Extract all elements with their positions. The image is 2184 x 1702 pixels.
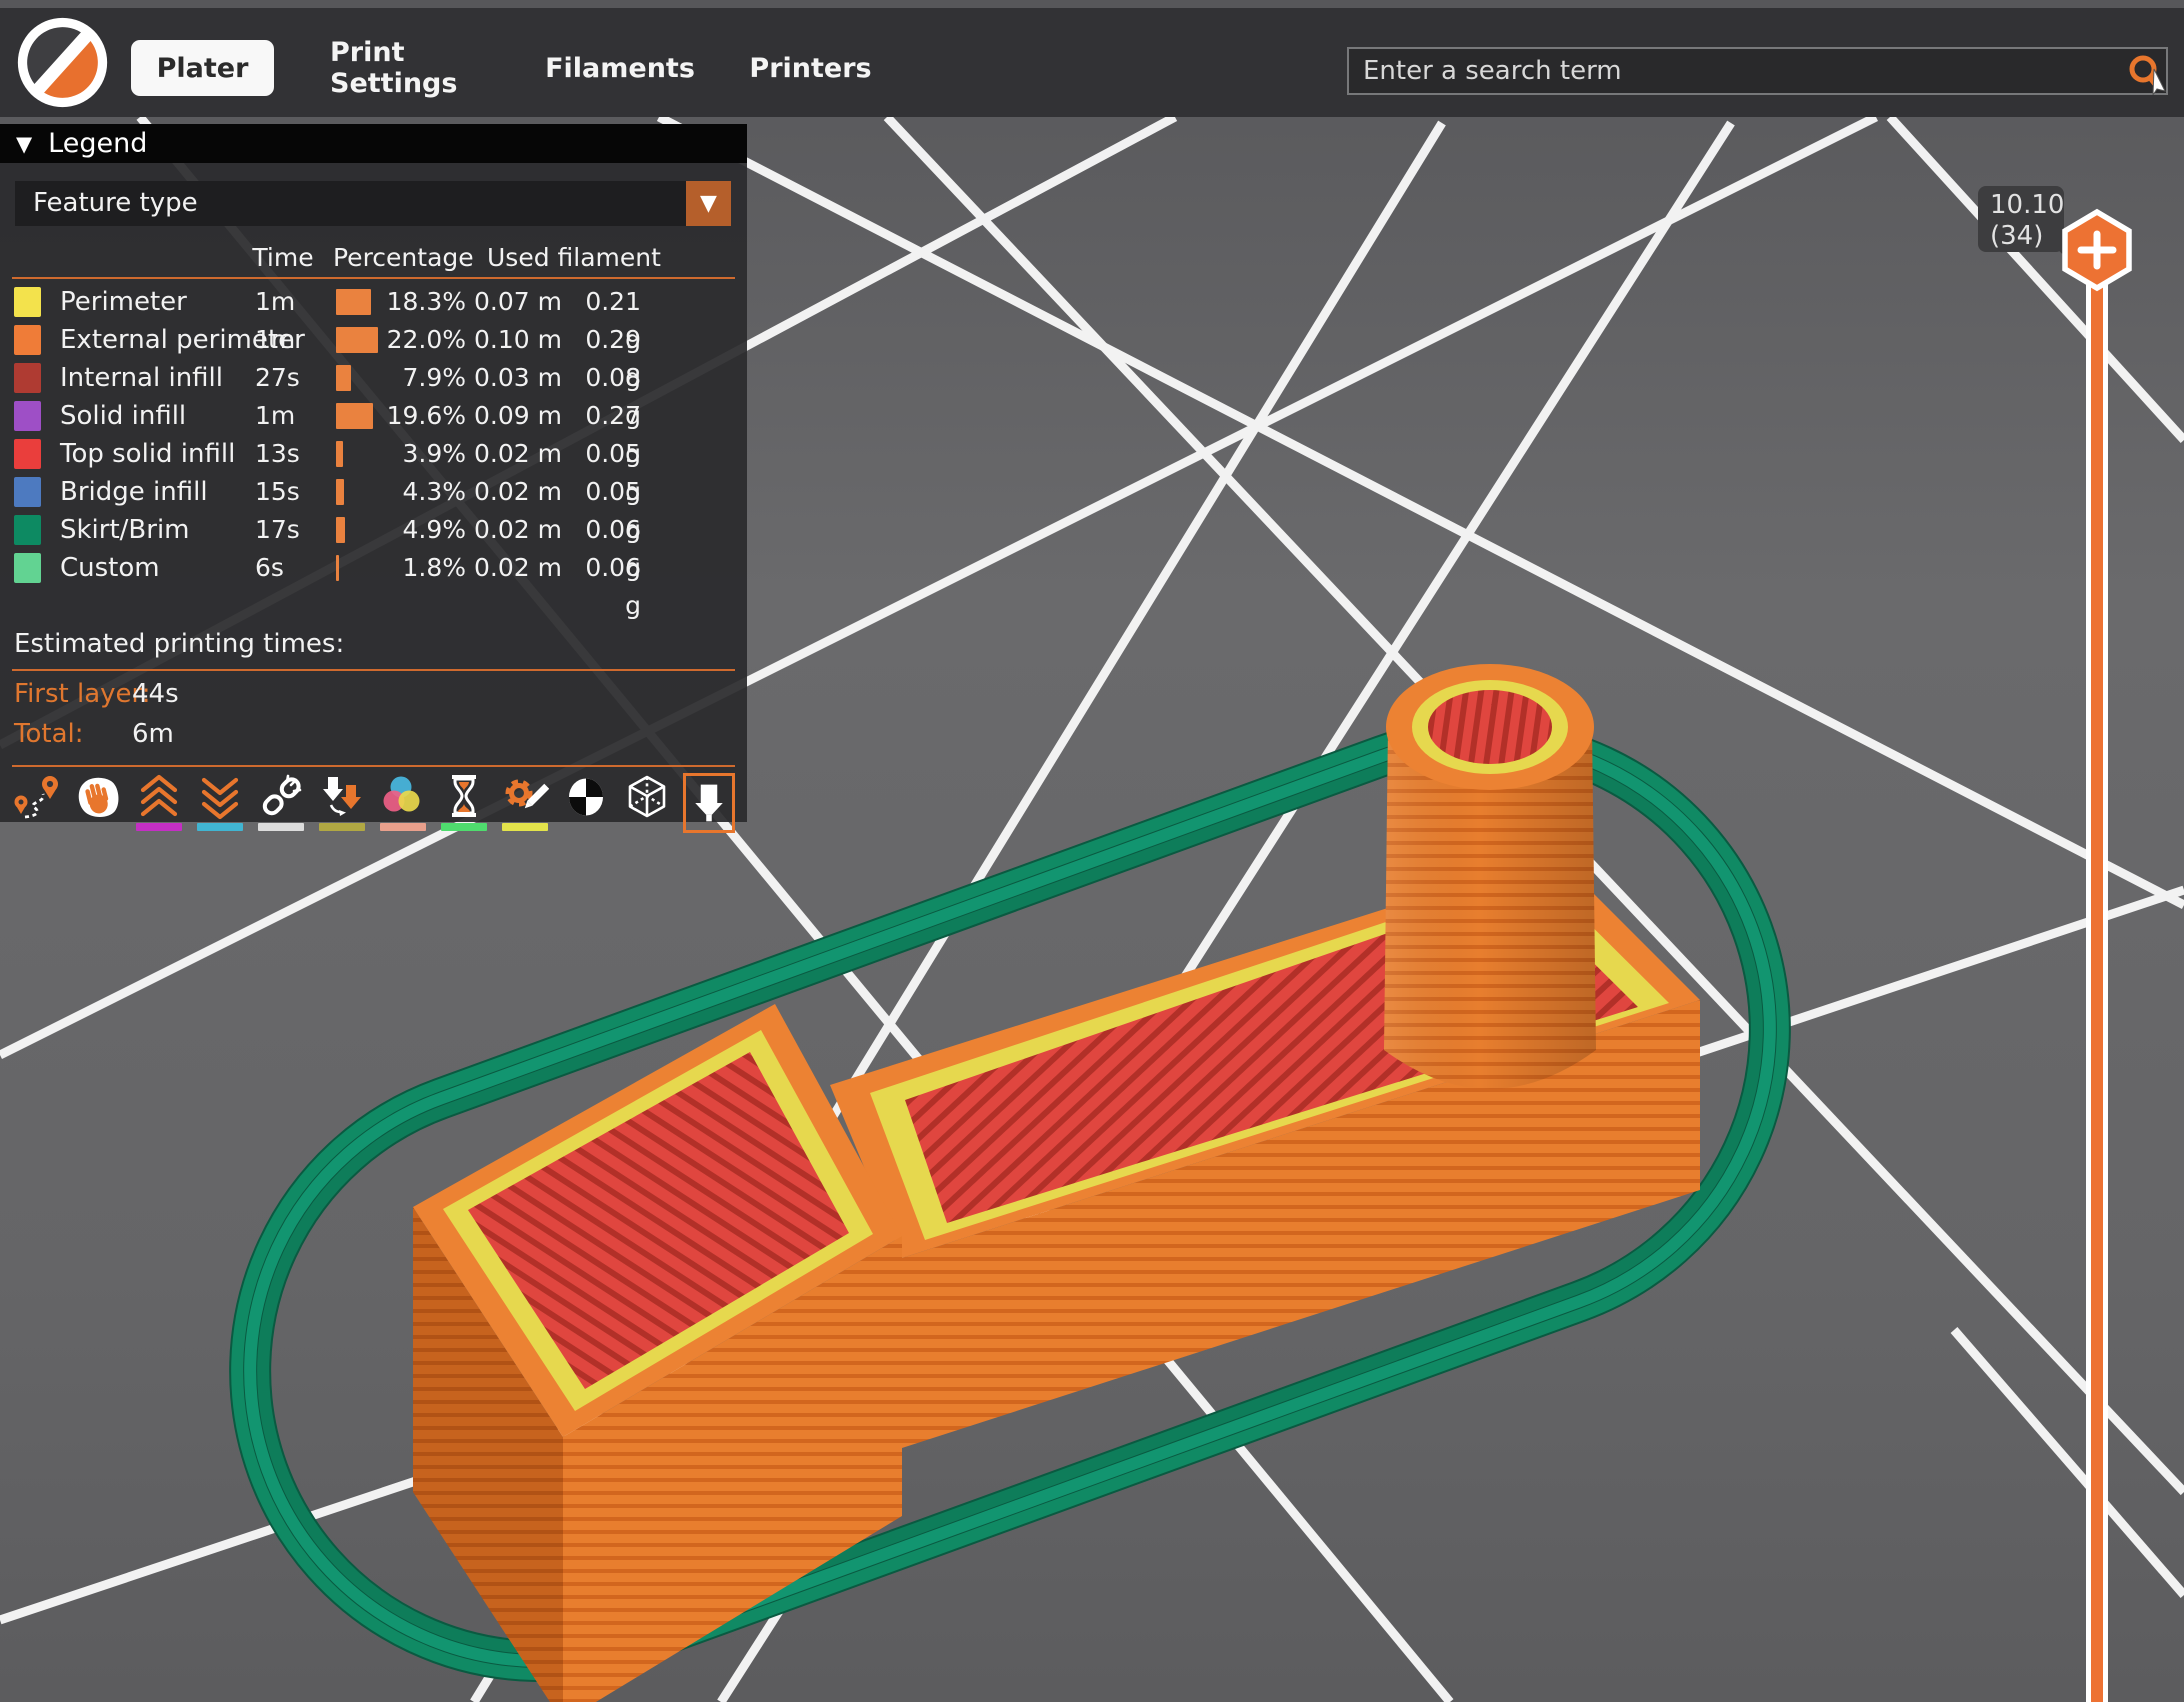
wipe-moves-icon[interactable] <box>73 773 123 839</box>
tab-filaments[interactable]: Filaments <box>570 40 670 96</box>
custom-gcode-icon[interactable] <box>500 773 550 839</box>
color-swatch <box>14 363 41 393</box>
color-swatch <box>14 477 41 507</box>
percentage-bar <box>336 555 339 581</box>
slicer-app-window: Plater Print Settings Filaments Printers… <box>0 0 2184 1702</box>
center-of-gravity-icon[interactable] <box>561 773 611 839</box>
search-box <box>1347 47 2168 95</box>
column-used-filament: Used filament <box>487 243 661 272</box>
color-swatch <box>14 401 41 431</box>
feature-row-external-perimeter[interactable]: External perimeter 1m 22.0% 0.10 m 0.29 … <box>0 321 747 359</box>
color-swatch <box>14 287 41 317</box>
divider <box>12 765 735 767</box>
column-time: Time <box>248 243 318 272</box>
view-mode-select[interactable]: Feature type ▼ <box>15 181 731 226</box>
layer-height-value: 10.10 <box>1990 190 2064 221</box>
feature-row-internal-infill[interactable]: Internal infill 27s 7.9% 0.03 m 0.08 g <box>0 359 747 397</box>
color-changes-underline <box>380 823 426 831</box>
color-swatch <box>14 325 41 355</box>
layer-slider-fill <box>2091 269 2103 1702</box>
feature-row-skirt-brim[interactable]: Skirt/Brim 17s 4.9% 0.02 m 0.06 g <box>0 511 747 549</box>
view-mode-dropdown-button[interactable]: ▼ <box>686 181 731 226</box>
deretractions-icon[interactable] <box>195 773 245 839</box>
legend-header[interactable]: ▼ Legend <box>0 124 747 163</box>
layer-slider-tooltip: 10.10 (34) <box>1978 186 2064 252</box>
feature-row-solid-infill[interactable]: Solid infill 1m 19.6% 0.09 m 0.27 g <box>0 397 747 435</box>
feature-row-top-solid-infill[interactable]: Top solid infill 13s 3.9% 0.02 m 0.05 g <box>0 435 747 473</box>
cylinder-top-infill <box>1428 690 1552 764</box>
legend-panel: ▼ Legend Feature type ▼ Time Percentage … <box>0 124 747 822</box>
color-swatch <box>14 553 41 583</box>
search-icon[interactable] <box>2124 51 2168 95</box>
shells-icon[interactable] <box>622 773 672 839</box>
legend-body: Feature type ▼ Time Percentage Used fila… <box>0 163 747 822</box>
legend-title: Legend <box>48 128 147 159</box>
deretractions-underline <box>197 823 243 831</box>
top-navbar: Plater Print Settings Filaments Printers <box>0 8 2184 117</box>
total-time: Total: 6m <box>14 719 83 749</box>
layer-slider-handle[interactable] <box>2059 207 2135 295</box>
color-swatch <box>14 439 41 469</box>
pause-prints-underline <box>441 823 487 831</box>
seams-underline <box>258 823 304 831</box>
tab-printers[interactable]: Printers <box>770 40 851 96</box>
tab-print-settings[interactable]: Print Settings <box>330 40 472 96</box>
legend-toolbar <box>12 773 735 845</box>
retractions-underline <box>136 823 182 831</box>
collapse-caret-icon[interactable]: ▼ <box>16 132 32 156</box>
app-logo-icon <box>16 16 109 109</box>
column-percentage: Percentage <box>333 243 474 272</box>
divider <box>12 277 735 279</box>
travel-paths-icon[interactable] <box>12 773 62 839</box>
layer-slider-track[interactable] <box>2086 262 2108 1702</box>
color-swatch <box>14 515 41 545</box>
search-input[interactable] <box>1349 56 2166 86</box>
feature-row-bridge-infill[interactable]: Bridge infill 15s 4.3% 0.02 m 0.05 g <box>0 473 747 511</box>
tab-plater[interactable]: Plater <box>131 40 274 96</box>
custom-gcode-underline <box>502 823 548 831</box>
tool-changes-underline <box>319 823 365 831</box>
first-layer-time: First layer: 44s <box>14 679 151 709</box>
retractions-icon[interactable] <box>134 773 184 839</box>
legend-column-headers: Time Percentage Used filament <box>0 243 747 277</box>
feature-row-custom[interactable]: Custom 6s 1.8% 0.02 m 0.06 g <box>0 549 747 587</box>
tool-changes-icon[interactable] <box>317 773 367 839</box>
mouse-cursor-icon <box>2153 69 2165 95</box>
feature-rows: Perimeter 1m 18.3% 0.07 m 0.21 g Externa… <box>0 283 747 587</box>
estimated-times-title: Estimated printing times: <box>14 629 344 659</box>
seams-icon[interactable] <box>256 773 306 839</box>
view-mode-value: Feature type <box>33 181 198 226</box>
tool-marker-icon[interactable] <box>683 773 735 833</box>
color-changes-icon[interactable] <box>378 773 428 839</box>
divider <box>12 669 735 671</box>
pause-prints-icon[interactable] <box>439 773 489 839</box>
feature-row-perimeter[interactable]: Perimeter 1m 18.3% 0.07 m 0.21 g <box>0 283 747 321</box>
